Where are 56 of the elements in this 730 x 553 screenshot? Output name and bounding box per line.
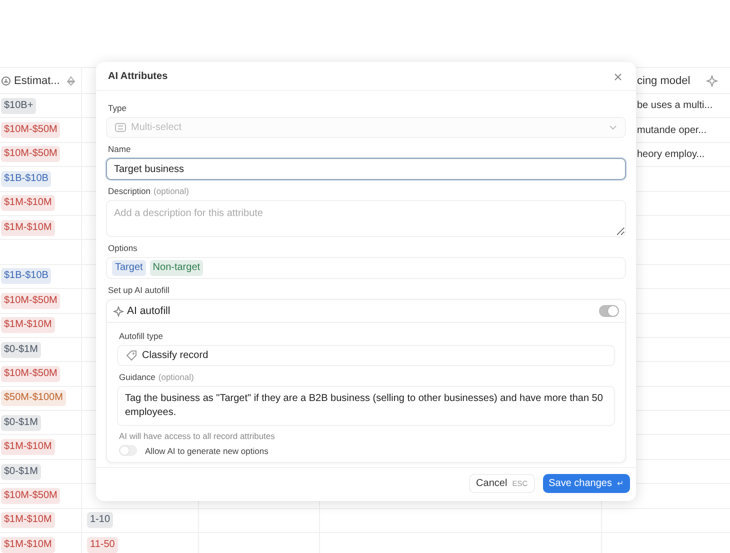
revenue-tag: $10M-$50M	[1, 292, 60, 309]
shortcut-key: ↵	[617, 479, 624, 488]
revenue-tag: $1B-$10B	[1, 268, 52, 284]
field-label: Guidance	[119, 372, 156, 382]
option-tag: Target	[112, 260, 146, 276]
chevron-down-icon	[609, 125, 617, 130]
optional-hint: (optional)	[154, 186, 189, 196]
column-header[interactable]: cing model	[637, 74, 690, 86]
table-cell: mutande oper...	[637, 124, 706, 136]
field-label: Type	[108, 103, 126, 113]
autofill-type-select[interactable]: Classify record	[117, 345, 615, 366]
revenue-tag: $1M-$10M	[1, 195, 55, 212]
employee-count-tag: 11-50	[87, 536, 118, 553]
revenue-tag: $50M-$100M	[1, 390, 66, 406]
sparkle-icon	[113, 306, 124, 316]
toggle-label: Allow AI to generate new options	[145, 446, 268, 456]
tag-icon	[126, 350, 137, 361]
revenue-tag: $0-$1M	[1, 342, 41, 358]
save-button[interactable]: Save changes ↵	[542, 474, 630, 493]
revenue-tag: $10B+	[1, 98, 36, 114]
table-cell: be uses a multi...	[637, 100, 713, 112]
revenue-tag: $1M-$10M	[1, 317, 55, 334]
revenue-tag: $1M-$10M	[1, 220, 55, 236]
sparkle-icon	[706, 74, 718, 86]
sort-icon	[66, 76, 76, 86]
revenue-tag: $1M-$10M	[1, 439, 55, 456]
revenue-tag: $10M-$50M	[1, 488, 60, 504]
field-label: Description	[108, 186, 151, 196]
field-label: Set up AI autofill	[108, 285, 170, 295]
field-label: Autofill type	[119, 331, 163, 341]
name-input[interactable]: Target business	[106, 158, 626, 180]
column-header[interactable]: Estimat...	[14, 74, 60, 86]
field-label: Name	[108, 144, 131, 154]
revenue-tag: $1B-$10B	[1, 170, 52, 187]
description-field[interactable]: Add a description for this attribute	[106, 200, 626, 237]
revenue-tag: $1M-$10M	[1, 536, 55, 553]
revenue-tag: $10M-$50M	[1, 366, 60, 382]
dialog-title: AI Attributes	[108, 71, 168, 82]
helper-text: AI will have access to all record attributes	[119, 431, 276, 441]
revenue-tag: $0-$1M	[1, 464, 41, 480]
list-icon	[115, 123, 126, 132]
revenue-tag: $10M-$50M	[1, 122, 60, 138]
options-field[interactable]: Target Non-target	[106, 257, 626, 279]
revenue-tag: $1M-$10M	[1, 512, 55, 528]
optional-hint: (optional)	[158, 372, 194, 382]
option-tag: Non-target	[150, 260, 204, 276]
revenue-tag: $10M-$50M	[1, 146, 60, 162]
close-icon	[614, 72, 622, 80]
autofill-toggle[interactable]	[599, 305, 619, 317]
revenue-tag: $0-$1M	[1, 414, 41, 431]
field-label: Options	[108, 243, 138, 253]
card-title: AI autofill	[127, 305, 172, 317]
table-cell: heory employ...	[637, 148, 705, 160]
guidance-field[interactable]: Tag the business as "Target" if they are a B2B business (selling to other businesses) and have more than 50 employees.	[117, 386, 615, 426]
employee-count-tag: 1-10	[87, 512, 114, 528]
allow-new-toggle[interactable]	[119, 445, 137, 456]
